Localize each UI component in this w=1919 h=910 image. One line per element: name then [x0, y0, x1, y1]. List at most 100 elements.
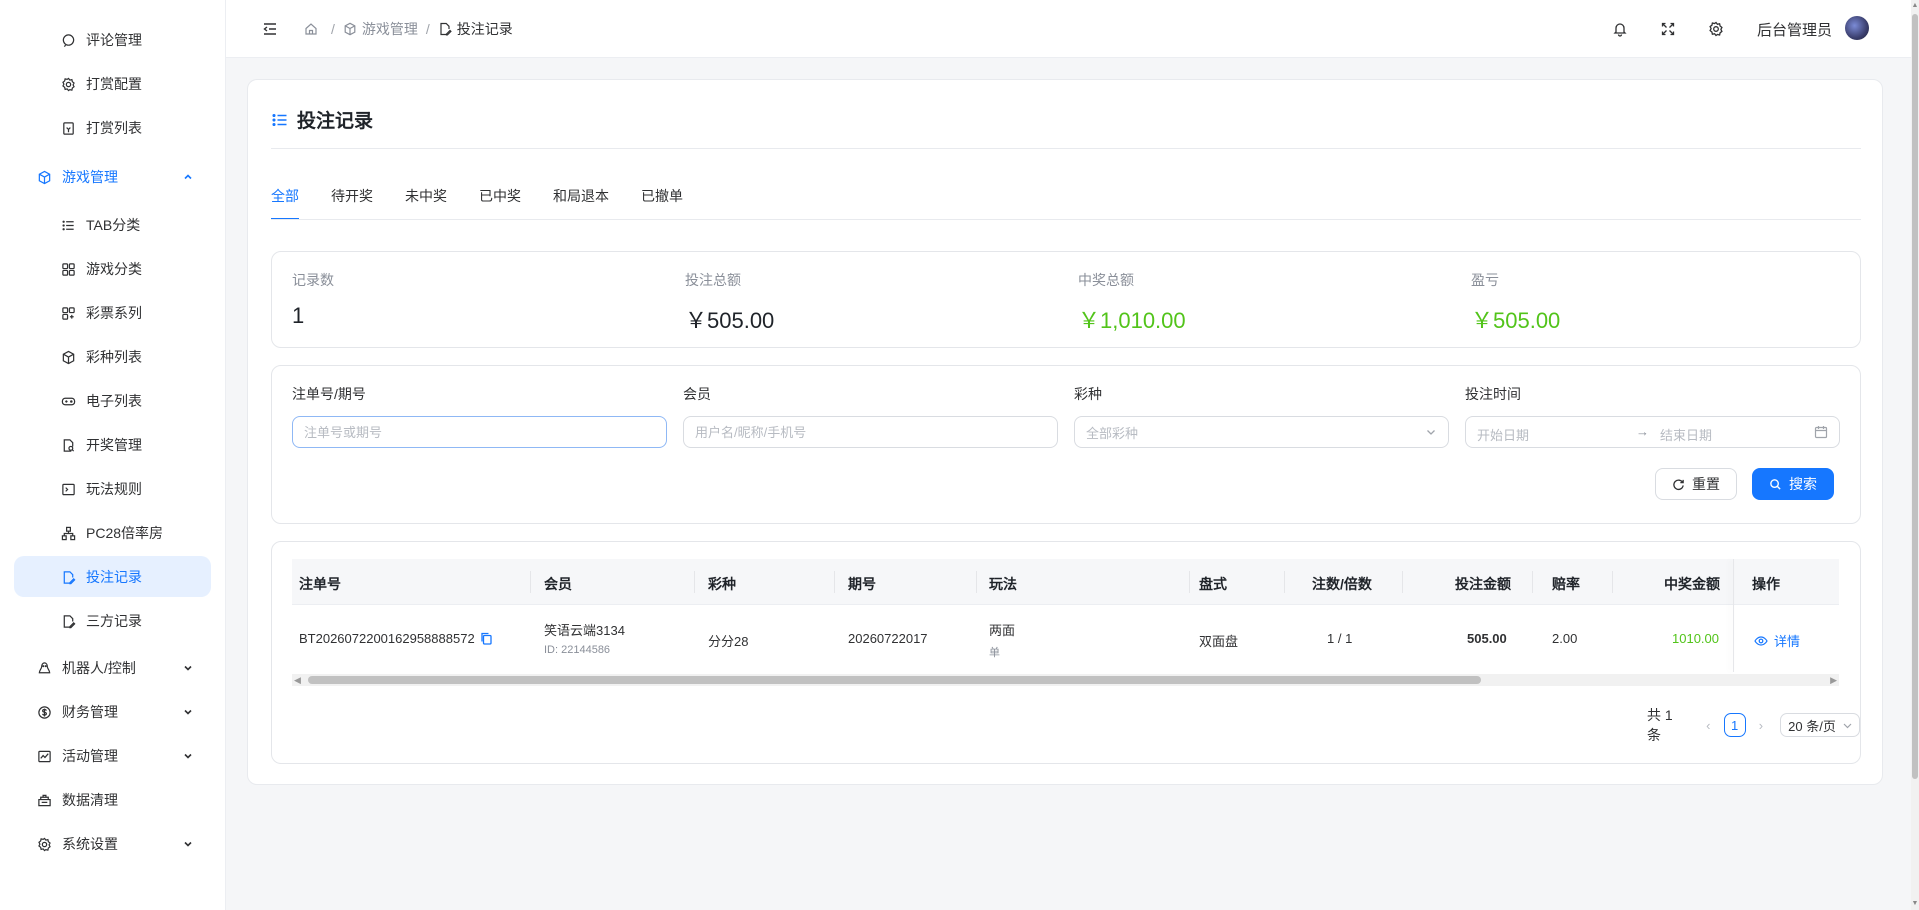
fullscreen-icon[interactable] [1659, 20, 1677, 38]
sidebar-item-label: 游戏分类 [86, 261, 142, 277]
table-horizontal-scrollbar[interactable]: ◀ ▶ [292, 674, 1839, 686]
page-size-select[interactable]: 20 条/页 [1780, 713, 1860, 737]
doc-edit-icon [60, 613, 76, 629]
cube-icon [344, 22, 356, 36]
robot-icon [36, 660, 52, 676]
chevron-down-icon[interactable] [181, 661, 195, 675]
sidebar-item-label: 投注记录 [86, 569, 142, 585]
chevron-down-icon [1843, 723, 1852, 729]
sidebar-item-robot-control[interactable]: 机器人/控制 [36, 648, 136, 688]
doc-search-icon [60, 437, 76, 453]
sidebar-item-play-rules[interactable]: 玩法规则 [60, 469, 142, 509]
tab-pending-draw[interactable]: 待开奖 [331, 186, 373, 220]
sidebar-item-tip-list[interactable]: 打赏列表 [60, 108, 142, 148]
total-count: 共 1 条 [1647, 707, 1673, 743]
page-number[interactable]: 1 [1723, 713, 1746, 737]
lottery-select[interactable]: 全部彩种 [1074, 416, 1449, 448]
tab-not-won[interactable]: 未中奖 [405, 186, 447, 220]
sidebar-item-electronic-list[interactable]: 电子列表 [60, 381, 142, 421]
cell-play: 两面 单 [989, 623, 1016, 659]
cell-bet-amount: 505.00 [1467, 631, 1507, 646]
sidebar-item-tip-config[interactable]: 打赏配置 [60, 64, 142, 104]
chevron-down-icon[interactable] [181, 837, 195, 851]
refresh-icon [1673, 478, 1684, 490]
start-date-input[interactable]: 开始日期 [1477, 425, 1529, 444]
cell-order-no: BT2026072200162958888572 [299, 631, 493, 646]
sidebar-item-label: 彩种列表 [86, 349, 142, 365]
sidebar-item-draw-manage[interactable]: 开奖管理 [60, 425, 142, 465]
filter-order: 注单号/期号 [292, 384, 667, 448]
sidebar-item-label: PC28倍率房 [86, 525, 164, 541]
date-range-picker[interactable]: 开始日期 → 结束日期 [1465, 416, 1840, 448]
scrollbar-thumb[interactable] [1912, 14, 1918, 779]
sidebar-item-label: 活动管理 [62, 748, 118, 764]
col-win-amount: 中奖金额 [1664, 576, 1720, 592]
cell-count-multiple: 1 / 1 [1327, 631, 1353, 646]
chevron-down-icon [1427, 430, 1435, 435]
detail-link[interactable]: 详情 [1754, 631, 1800, 650]
page-scrollbar[interactable]: ▲ ▼ [1911, 0, 1919, 910]
sidebar-item-game-manage[interactable]: 游戏管理 [36, 157, 118, 197]
sidebar-item-bet-records[interactable]: 投注记录 [60, 557, 142, 597]
col-count-multiple: 注数/倍数 [1312, 576, 1372, 592]
chevron-down-icon[interactable] [181, 705, 195, 719]
end-date-input[interactable]: 结束日期 [1660, 425, 1712, 444]
search-button[interactable]: 搜索 [1752, 468, 1834, 500]
scroll-left-icon[interactable]: ◀ [294, 675, 301, 686]
scroll-right-icon[interactable]: ▶ [1830, 675, 1837, 686]
sidebar-item-pc28-room[interactable]: PC28倍率房 [60, 513, 163, 553]
cell-period: 20260722017 [848, 631, 928, 646]
list-icon [60, 217, 76, 233]
sidebar-item-game-category[interactable]: 游戏分类 [60, 249, 142, 289]
copy-icon[interactable] [480, 632, 493, 645]
scroll-up-icon[interactable]: ▲ [1911, 2, 1919, 10]
dollar-icon [36, 704, 52, 720]
reset-button[interactable]: 重置 [1655, 468, 1737, 500]
breadcrumb-game-manage[interactable]: 游戏管理 [343, 19, 418, 39]
stat-record-count: 记录数 1 [292, 272, 334, 328]
tab-all[interactable]: 全部 [271, 186, 299, 220]
sidebar-item-third-party-records[interactable]: 三方记录 [60, 601, 142, 641]
sidebar-item-finance[interactable]: 财务管理 [36, 692, 118, 732]
sidebar-toggle-icon[interactable] [261, 20, 279, 38]
chevron-down-icon[interactable] [181, 749, 195, 763]
grid-icon [60, 261, 76, 277]
sidebar-item-label: 评论管理 [86, 32, 142, 48]
eye-icon [1754, 635, 1768, 646]
sidebar-item-system-settings[interactable]: 系统设置 [36, 824, 118, 864]
doc-edit-icon [60, 569, 76, 585]
fixed-column-shadow [1733, 559, 1734, 672]
sidebar-item-label: 打赏配置 [86, 76, 142, 92]
scrollbar-thumb[interactable] [308, 676, 1481, 684]
top-header: / 游戏管理 / 投注记录 后台管理员 [226, 0, 1911, 58]
sidebar-item-lottery-list[interactable]: 彩种列表 [60, 337, 142, 377]
next-page-icon[interactable]: › [1752, 718, 1770, 733]
tab-won[interactable]: 已中奖 [479, 186, 521, 220]
col-action: 操作 [1752, 576, 1780, 592]
cube-icon [36, 169, 52, 185]
breadcrumb: / 游戏管理 / 投注记录 [304, 19, 513, 39]
member-input[interactable] [683, 416, 1058, 448]
sidebar-item-comment-manage[interactable]: 评论管理 [60, 20, 142, 60]
stats-panel: 记录数 1 投注总额 ￥505.00 中奖总额 ￥1,010.00 盈亏 ￥50… [271, 251, 1861, 348]
scroll-down-icon[interactable]: ▼ [1911, 900, 1919, 908]
breadcrumb-current: 投注记录 [438, 19, 513, 39]
activity-icon [36, 748, 52, 764]
sidebar-item-tab-category[interactable]: TAB分类 [60, 205, 140, 245]
user-name[interactable]: 后台管理员 [1757, 19, 1832, 40]
bell-icon[interactable] [1611, 20, 1629, 38]
home-icon[interactable] [304, 22, 323, 36]
tab-cancelled[interactable]: 已撤单 [641, 186, 683, 220]
sidebar-item-activity[interactable]: 活动管理 [36, 736, 118, 776]
chevron-up-icon[interactable] [181, 170, 195, 184]
gear-icon[interactable] [1707, 20, 1725, 38]
prev-page-icon[interactable]: ‹ [1699, 718, 1717, 733]
sidebar-item-lottery-series[interactable]: 彩票系列 [60, 293, 142, 333]
col-order-no: 注单号 [299, 576, 341, 592]
sidebar-item-data-clean[interactable]: 数据清理 [36, 780, 118, 820]
order-input[interactable] [292, 416, 667, 448]
filter-bet-time: 投注时间 开始日期 → 结束日期 [1465, 384, 1840, 448]
tab-draw-refund[interactable]: 和局退本 [553, 186, 609, 220]
gamepad-icon [60, 393, 76, 409]
avatar[interactable] [1845, 16, 1869, 40]
